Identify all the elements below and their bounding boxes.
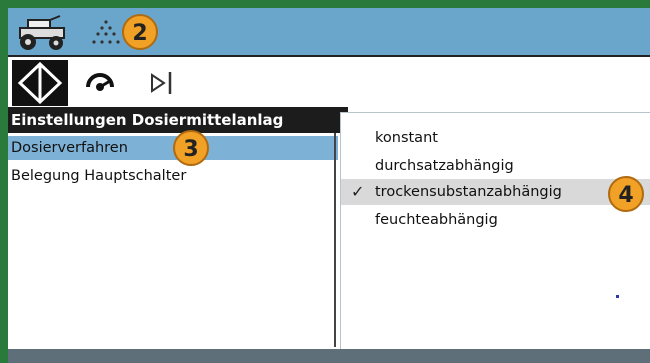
callout-badge-2: 2 [122, 14, 158, 50]
panel-divider [334, 133, 336, 347]
option-label: durchsatzabhängig [375, 158, 514, 174]
bottom-status-bar [8, 349, 650, 363]
option-label: konstant [375, 130, 438, 146]
callout-badge-3: 3 [173, 130, 209, 166]
option-label: feuchteabhängig [375, 212, 498, 228]
toolbar [8, 55, 650, 109]
gauge-icon[interactable] [84, 67, 116, 99]
tractor-icon[interactable] [14, 14, 74, 52]
navigation-button[interactable] [12, 60, 68, 106]
spray-icon[interactable] [88, 16, 124, 52]
option-trockensubstanzabhaengig[interactable]: ✓ trockensubstanzabhängig [341, 179, 650, 205]
cursor-dot [616, 295, 619, 298]
dropdown-popup: konstant durchsatzabhängig ✓ trockensubs… [340, 112, 650, 350]
checkmark-icon: ✓ [351, 182, 365, 201]
terminal-screen: 2 Einstellungen Dosiermittelanlag Dosier… [8, 8, 650, 363]
title-bar: 2 [8, 8, 650, 55]
callout-badge-4: 4 [608, 176, 644, 212]
option-konstant[interactable]: konstant [341, 125, 650, 151]
panel-title: Einstellungen Dosiermittelanlag [8, 107, 348, 133]
option-durchsatzabhaengig[interactable]: durchsatzabhängig [341, 153, 650, 179]
list-item-belegung-hauptschalter[interactable]: Belegung Hauptschalter [8, 164, 338, 188]
option-feuchteabhaengig[interactable]: feuchteabhängig [341, 207, 650, 233]
option-label: trockensubstanzabhängig [375, 184, 562, 200]
step-forward-icon[interactable] [148, 69, 178, 97]
navigation-diamond-icon [17, 61, 63, 105]
